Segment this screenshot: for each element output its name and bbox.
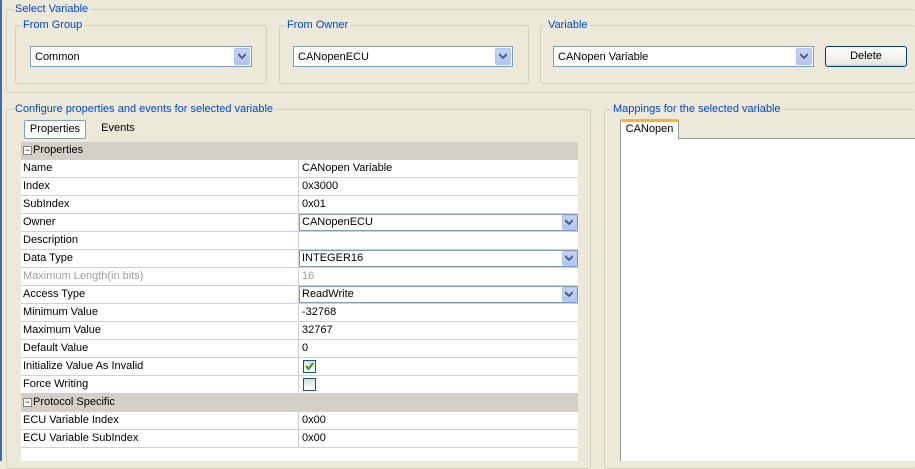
property-value[interactable]	[299, 232, 578, 249]
property-row-data-type[interactable]: Data Type INTEGER16	[21, 250, 578, 268]
access-type-value: ReadWrite	[302, 288, 354, 300]
tab-canopen[interactable]: CANopen	[620, 119, 679, 139]
property-name: Force Writing	[23, 376, 299, 393]
from-group-combo[interactable]: Common	[30, 46, 252, 67]
property-value[interactable]: 0x01	[299, 196, 578, 213]
chevron-down-icon[interactable]	[562, 251, 577, 266]
property-value[interactable]: CANopen Variable	[299, 160, 578, 177]
property-row-access-type[interactable]: Access Type ReadWrite	[21, 286, 578, 304]
property-row-owner[interactable]: Owner CANopenECU	[21, 214, 578, 232]
property-name: ECU Variable Index	[23, 412, 299, 429]
property-row-max-length: Maximum Length(in bits) 16	[21, 268, 578, 286]
property-name: Index	[23, 178, 299, 195]
chevron-down-icon[interactable]	[562, 287, 577, 302]
property-name: Default Value	[23, 340, 299, 357]
init-invalid-cell	[299, 358, 578, 375]
from-owner-combo[interactable]: CANopenECU	[293, 46, 513, 67]
access-type-combo-box[interactable]: ReadWrite	[299, 286, 578, 303]
chevron-down-icon[interactable]	[562, 215, 577, 230]
data-type-combo[interactable]: INTEGER16	[299, 250, 578, 267]
tab-events[interactable]: Events	[90, 120, 146, 139]
variable-legend: Variable	[546, 19, 590, 32]
property-row-ecu-subindex[interactable]: ECU Variable SubIndex 0x00	[21, 430, 578, 448]
property-value[interactable]: 32767	[299, 322, 578, 339]
category-properties[interactable]: − Properties	[21, 142, 578, 160]
property-row-min-value[interactable]: Minimum Value -32768	[21, 304, 578, 322]
chevron-down-icon[interactable]	[495, 48, 511, 65]
chevron-down-icon[interactable]	[234, 48, 250, 65]
data-type-value: INTEGER16	[302, 252, 364, 264]
from-owner-value: CANopenECU	[298, 51, 369, 63]
delete-button[interactable]: Delete	[825, 46, 907, 67]
from-owner-legend: From Owner	[285, 19, 351, 32]
property-value[interactable]: 0x3000	[299, 178, 578, 195]
property-value[interactable]: -32768	[299, 304, 578, 321]
category-protocol-label: Protocol Specific	[33, 396, 115, 408]
data-type-combo-box[interactable]: INTEGER16	[299, 250, 578, 267]
property-name: ECU Variable SubIndex	[23, 430, 299, 447]
property-name: Data Type	[23, 250, 299, 267]
collapse-icon[interactable]: −	[23, 398, 32, 407]
from-group-value: Common	[35, 51, 80, 63]
owner-combo[interactable]: CANopenECU	[299, 214, 578, 231]
collapse-icon[interactable]: −	[23, 146, 32, 155]
property-name: Initialize Value As Invalid	[23, 358, 299, 375]
property-name: SubIndex	[23, 196, 299, 213]
property-value[interactable]: 0x00	[299, 430, 578, 447]
property-row-index[interactable]: Index 0x3000	[21, 178, 578, 196]
window-edge	[0, 0, 2, 461]
property-row-name[interactable]: Name CANopen Variable	[21, 160, 578, 178]
variable-combo[interactable]: CANopen Variable	[553, 46, 814, 67]
property-name: Name	[23, 160, 299, 177]
property-row-default-value[interactable]: Default Value 0	[21, 340, 578, 358]
from-group-legend: From Group	[21, 19, 85, 32]
property-grid: − Properties Name CANopen Variable Index…	[21, 142, 578, 461]
variable-value: CANopen Variable	[558, 51, 649, 63]
property-name: Maximum Length(in bits)	[23, 268, 299, 285]
property-value: 16	[302, 270, 315, 282]
mappings-panel	[620, 138, 915, 461]
init-invalid-checkbox[interactable]	[303, 360, 316, 373]
property-row-subindex[interactable]: SubIndex 0x01	[21, 196, 578, 214]
property-name: Description	[23, 232, 299, 249]
property-row-init-invalid[interactable]: Initialize Value As Invalid	[21, 358, 578, 376]
access-type-combo[interactable]: ReadWrite	[299, 286, 578, 303]
owner-combo-box[interactable]: CANopenECU	[299, 214, 578, 231]
property-row-force-writing[interactable]: Force Writing	[21, 376, 578, 394]
property-row-ecu-index[interactable]: ECU Variable Index 0x00	[21, 412, 578, 430]
checkmark-icon	[305, 362, 314, 371]
configure-legend: Configure properties and events for sele…	[13, 103, 276, 116]
property-row-max-value[interactable]: Maximum Value 32767	[21, 322, 578, 340]
property-name: Access Type	[23, 286, 299, 303]
category-protocol-specific[interactable]: − Protocol Specific	[21, 394, 578, 412]
owner-value: CANopenECU	[302, 216, 373, 228]
force-writing-checkbox[interactable]	[303, 378, 316, 391]
property-value[interactable]: 0	[299, 340, 578, 357]
force-writing-cell	[299, 376, 578, 393]
chevron-down-icon[interactable]	[796, 48, 812, 65]
mappings-legend: Mappings for the selected variable	[611, 103, 783, 116]
select-variable-legend: Select Variable	[13, 3, 91, 16]
property-name: Minimum Value	[23, 304, 299, 321]
tab-properties[interactable]: Properties	[24, 120, 86, 139]
property-name: Maximum Value	[23, 322, 299, 339]
property-value[interactable]: 0x00	[299, 412, 578, 429]
property-name: Owner	[23, 214, 299, 231]
category-properties-label: Properties	[33, 144, 84, 156]
property-row-description[interactable]: Description	[21, 232, 578, 250]
